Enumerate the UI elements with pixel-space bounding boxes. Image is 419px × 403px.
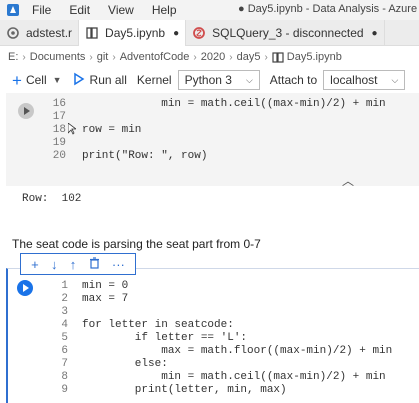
breadcrumb-item[interactable]: Documents [30, 51, 86, 63]
breadcrumb: E: › Documents › git › AdventofCode › 20… [0, 47, 419, 67]
chevron-right-icon: › [229, 51, 233, 63]
menu-help[interactable]: Help [152, 3, 177, 17]
code-cell[interactable]: 16 min = math.ceil((max-min)/2) + min 17… [6, 93, 419, 189]
code-line[interactable]: min = 0 [82, 280, 128, 293]
more-icon[interactable]: ··· [112, 257, 125, 272]
file-settings-icon [6, 26, 20, 40]
line-number: 9 [61, 384, 68, 396]
line-number: 18 [52, 124, 66, 136]
code-line[interactable]: for letter in seatcode: [82, 319, 234, 332]
kernel-value: Python 3 [184, 73, 232, 87]
run-cell-button[interactable] [18, 103, 34, 119]
attach-value: localhost [330, 73, 378, 87]
add-cell-button[interactable]: + Cell ▼ [12, 72, 62, 89]
window-title: ● Day5.ipynb - Data Analysis - Azure Da [238, 3, 419, 15]
kernel-group: Kernel Python 3 ⌵ [137, 70, 260, 90]
mouse-cursor-icon [67, 122, 78, 138]
breadcrumb-item[interactable]: Day5.ipynb [287, 51, 342, 63]
attach-group: Attach to localhost ⌵ [270, 70, 406, 90]
breadcrumb-item[interactable]: 2020 [201, 51, 225, 63]
chevron-right-icon: › [193, 51, 197, 63]
chevron-down-icon: ▼ [52, 75, 62, 85]
tab-sqlquery[interactable]: SQLQuery_3 - disconnected ● [186, 20, 385, 46]
notebook-toolbar: + Cell ▼ Run all Kernel Python 3 ⌵ Attac… [0, 67, 419, 93]
code-editor[interactable]: 1 min = 0 2 max = 7 3 4 for letter in se… [8, 278, 413, 403]
chevron-right-icon: › [264, 51, 268, 63]
line-number: 4 [61, 319, 68, 331]
breadcrumb-item[interactable]: day5 [237, 51, 261, 63]
line-number: 7 [61, 358, 68, 370]
code-line[interactable]: print("Row: ", row) [82, 150, 207, 163]
line-number: 16 [52, 98, 66, 110]
arrow-down-icon[interactable]: ↓ [51, 257, 58, 272]
breadcrumb-item[interactable]: AdventofCode [120, 51, 190, 63]
kernel-label: Kernel [136, 73, 172, 87]
code-line[interactable]: max = math.floor((max-min)/2) + min [82, 345, 392, 358]
attach-select[interactable]: localhost ⌵ [323, 70, 406, 90]
code-line[interactable]: min = math.ceil((max-min)/2) + min [82, 371, 385, 384]
cell-output: Row: 102 [22, 193, 82, 205]
tab-label: adstest.r [26, 26, 73, 40]
code-line[interactable]: max = 7 [82, 293, 128, 306]
line-number: 8 [61, 371, 68, 383]
title-bar: File Edit View Help ● Day5.ipynb - Data … [0, 0, 419, 20]
chevron-down-icon: ⌵ [391, 74, 399, 85]
tab-label: SQLQuery_3 - disconnected [212, 26, 364, 40]
unsaved-dot-icon[interactable]: ● [372, 28, 378, 39]
line-number: 1 [61, 280, 68, 292]
markdown-cell[interactable]: The seat code is parsing the seat part f… [12, 237, 261, 251]
tab-adstest[interactable]: adstest.r [0, 20, 80, 46]
line-number: 2 [61, 293, 68, 305]
add-cell-label: Cell [25, 73, 47, 87]
play-icon [72, 72, 86, 89]
cell-toolbar: + ↓ ↑ ··· [20, 253, 136, 275]
code-line[interactable]: else: [82, 358, 168, 371]
menu-edit[interactable]: Edit [69, 3, 90, 17]
code-line[interactable]: row = min [82, 124, 141, 137]
tab-day5[interactable]: Day5.ipynb ● [79, 20, 187, 46]
line-number: 19 [52, 137, 66, 149]
code-line[interactable]: min = math.ceil((max-min)/2) + min [82, 98, 385, 111]
breadcrumb-item[interactable]: git [97, 51, 109, 63]
menu-bar: File Edit View Help [32, 3, 195, 17]
collapse-chevron-up-icon[interactable]: ︿ [342, 172, 354, 189]
line-number: 5 [61, 332, 68, 344]
notebook-icon [85, 26, 99, 40]
attach-label: Attach to [269, 73, 318, 87]
sql-file-icon [192, 26, 206, 40]
notebook-icon [272, 51, 284, 63]
breadcrumb-item[interactable]: E: [8, 51, 18, 63]
plus-icon[interactable]: + [31, 257, 39, 272]
line-number: 17 [52, 111, 66, 123]
trash-icon[interactable] [89, 256, 100, 272]
arrow-up-icon[interactable]: ↑ [70, 257, 77, 272]
tab-label: Day5.ipynb [105, 26, 166, 40]
line-number: 6 [61, 345, 68, 357]
line-number: 20 [52, 150, 66, 162]
chevron-right-icon: › [22, 51, 26, 63]
line-number: 3 [61, 306, 68, 318]
code-line[interactable]: if letter == 'L': [82, 332, 247, 345]
azure-data-studio-icon [6, 3, 20, 17]
chevron-right-icon: › [89, 51, 93, 63]
run-all-button[interactable]: Run all [72, 72, 127, 89]
chevron-down-icon: ⌵ [245, 74, 253, 85]
plus-icon: + [12, 70, 22, 90]
run-all-label: Run all [89, 73, 127, 87]
menu-view[interactable]: View [108, 3, 134, 17]
kernel-select[interactable]: Python 3 ⌵ [177, 70, 260, 90]
menu-file[interactable]: File [32, 3, 51, 17]
code-line[interactable]: print(letter, min, max) [82, 384, 287, 397]
unsaved-dot-icon[interactable]: ● [173, 28, 179, 39]
tab-bar: adstest.r Day5.ipynb ● SQLQuery_3 - disc… [0, 20, 419, 46]
chevron-right-icon: › [112, 51, 116, 63]
